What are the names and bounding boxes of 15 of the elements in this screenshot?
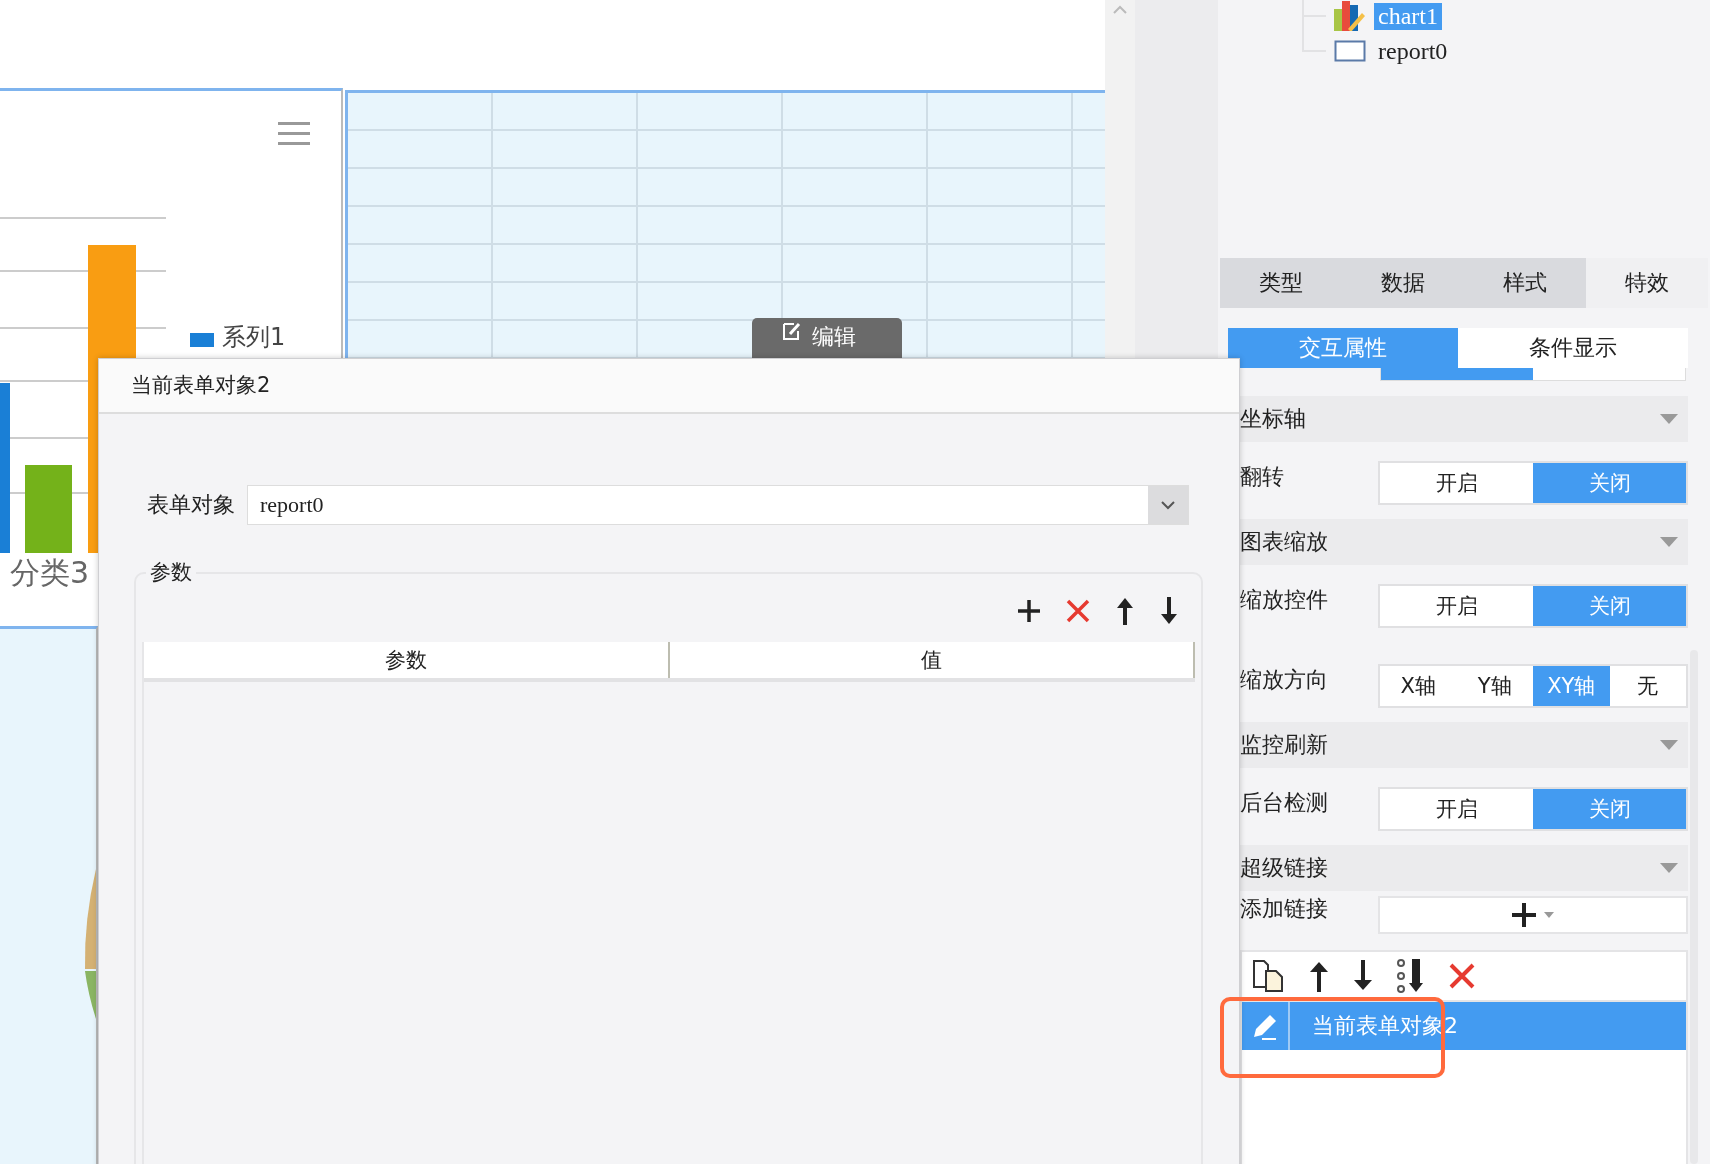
field-label: 后台检测 bbox=[1240, 789, 1328, 817]
dialog-title: 当前表单对象2 bbox=[99, 359, 1239, 414]
field-label: 添加链接 bbox=[1240, 895, 1328, 923]
field-label: 缩放控件 bbox=[1240, 586, 1328, 614]
legend-label: 系列1 bbox=[222, 322, 286, 353]
group-title: 参数 bbox=[146, 558, 196, 586]
axis-label: 分类3 bbox=[10, 554, 90, 592]
field-label: 翻转 bbox=[1240, 463, 1284, 491]
field-label: 表单对象 bbox=[147, 491, 235, 519]
section-title: 超级链接 bbox=[1240, 854, 1328, 882]
section-title: 坐标轴 bbox=[1240, 405, 1306, 433]
section-title: 图表缩放 bbox=[1240, 528, 1328, 556]
link-label: 当前表单对象2 bbox=[1311, 1012, 1458, 1040]
field-label: 缩放方向 bbox=[1240, 666, 1328, 694]
section-title: 监控刷新 bbox=[1240, 731, 1328, 759]
